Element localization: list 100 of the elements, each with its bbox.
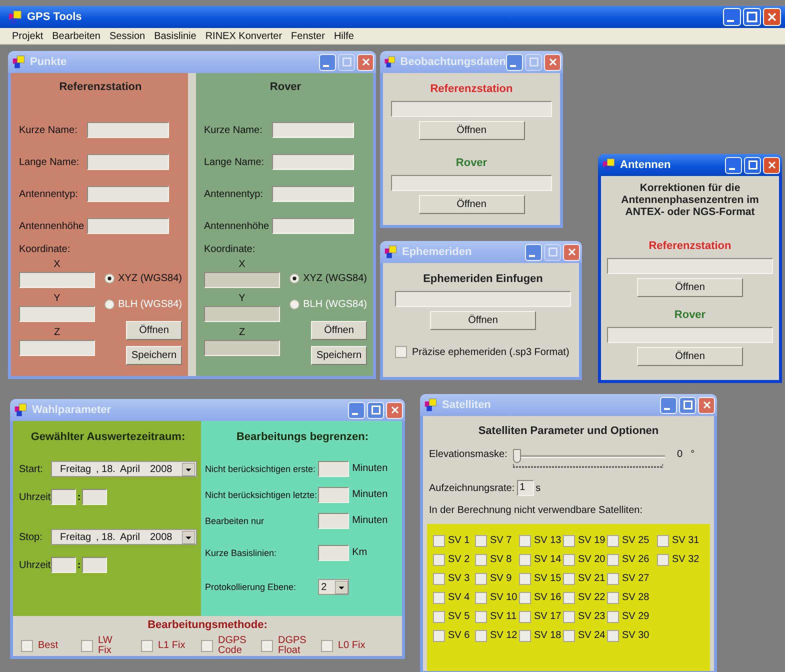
coordinate-field[interactable] <box>19 340 95 356</box>
menu-item[interactable]: Fenster <box>291 30 325 42</box>
checkbox[interactable]: SV 18 <box>519 628 563 643</box>
checkbox[interactable]: SV 24 <box>563 628 607 643</box>
checkbox[interactable]: SV 12 <box>475 628 519 643</box>
file-path-field[interactable] <box>391 101 552 117</box>
checkbox[interactable]: SV 3 <box>433 571 475 586</box>
checkbox[interactable]: SV 11 <box>475 609 519 624</box>
open-button[interactable]: Öffnen <box>637 347 743 366</box>
checkbox[interactable]: Präzise ephemeriden (.sp3 Format) <box>395 346 570 358</box>
checkbox[interactable]: SV 26 <box>607 552 657 567</box>
file-path-field[interactable] <box>395 291 571 307</box>
date-picker[interactable]: Freitag , 18. April 2008 <box>51 529 197 545</box>
coordinate-field[interactable] <box>19 306 95 322</box>
text-field[interactable] <box>272 122 354 138</box>
close-button[interactable] <box>763 156 780 174</box>
file-path-field[interactable] <box>607 258 773 274</box>
minimize-button[interactable] <box>319 54 336 70</box>
checkbox[interactable]: SV 20 <box>563 552 607 567</box>
checkbox[interactable]: SV 9 <box>475 571 519 586</box>
checkbox[interactable]: SV 5 <box>433 609 475 624</box>
checkbox[interactable]: SV 31 <box>657 533 701 548</box>
checkbox[interactable]: L0 Fix <box>321 636 373 656</box>
menu-item[interactable]: RINEX Konverter <box>205 30 282 42</box>
text-field[interactable] <box>272 154 354 170</box>
checkbox[interactable]: SV 8 <box>475 552 519 567</box>
minimize-button[interactable] <box>348 402 365 418</box>
hour-field[interactable] <box>51 489 76 505</box>
text-field[interactable] <box>87 154 169 170</box>
checkbox[interactable]: L1 Fix <box>141 636 193 656</box>
coordinate-field[interactable] <box>204 340 280 356</box>
text-field[interactable] <box>272 186 354 202</box>
coordinate-field[interactable] <box>204 272 280 288</box>
maximize-button[interactable] <box>679 396 696 414</box>
save-button[interactable]: Speichern <box>311 346 367 365</box>
minimize-button[interactable] <box>725 156 742 174</box>
minimize-button[interactable] <box>660 396 677 414</box>
checkbox[interactable]: DGPS Float <box>261 636 313 656</box>
minimize-button[interactable] <box>525 244 542 260</box>
checkbox[interactable]: SV 10 <box>475 590 519 605</box>
checkbox[interactable]: SV 30 <box>607 628 657 643</box>
open-button[interactable]: Öffnen <box>418 121 524 140</box>
text-field[interactable] <box>87 122 169 138</box>
text-field[interactable] <box>87 186 169 202</box>
checkbox[interactable]: SV 13 <box>519 533 563 548</box>
close-button[interactable] <box>386 402 403 418</box>
open-button[interactable]: Öffnen <box>430 311 536 330</box>
date-picker[interactable]: Freitag , 18. April 2008 <box>51 461 197 477</box>
open-button[interactable]: Öffnen <box>126 321 182 340</box>
close-button[interactable] <box>544 54 561 70</box>
hour-field[interactable] <box>51 557 76 573</box>
checkbox[interactable]: SV 17 <box>519 609 563 624</box>
menu-item[interactable]: Hilfe <box>334 30 354 42</box>
menu-item[interactable]: Projekt <box>12 30 44 42</box>
checkbox[interactable]: SV 16 <box>519 590 563 605</box>
menu-item[interactable]: Basislinie <box>154 30 196 42</box>
slider-thumb[interactable] <box>513 449 521 463</box>
checkbox[interactable]: SV 7 <box>475 533 519 548</box>
checkbox[interactable]: SV 23 <box>563 609 607 624</box>
maximize-button[interactable] <box>744 156 761 174</box>
checkbox[interactable]: Best <box>21 636 73 656</box>
text-field[interactable] <box>87 218 169 234</box>
close-button[interactable] <box>563 244 580 260</box>
checkbox[interactable]: SV 14 <box>519 552 563 567</box>
maximize-button[interactable] <box>367 402 384 418</box>
checkbox[interactable]: LW Fix <box>81 636 133 656</box>
checkbox[interactable]: SV 27 <box>607 571 657 586</box>
checkbox[interactable]: SV 22 <box>563 590 607 605</box>
close-button[interactable] <box>698 396 715 414</box>
checkbox[interactable]: SV 4 <box>433 590 475 605</box>
menu-item[interactable]: Bearbeiten <box>52 30 100 42</box>
menu-item[interactable]: Session <box>110 30 146 42</box>
open-button[interactable]: Öffnen <box>311 321 367 340</box>
minimize-button[interactable] <box>506 54 523 70</box>
open-button[interactable]: Öffnen <box>637 278 743 297</box>
checkbox[interactable]: DGPS Code <box>201 636 253 656</box>
radio-button[interactable]: XYZ (WGS84) <box>289 271 367 285</box>
number-field[interactable] <box>318 461 350 477</box>
rate-field[interactable]: 1 <box>516 480 534 496</box>
open-button[interactable]: Öffnen <box>418 195 524 214</box>
minute-field[interactable] <box>82 557 107 573</box>
checkbox[interactable]: SV 32 <box>657 552 701 567</box>
save-button[interactable]: Speichern <box>126 346 182 365</box>
checkbox[interactable]: SV 29 <box>607 609 657 624</box>
radio-button[interactable]: XYZ (WGS84) <box>104 271 182 285</box>
file-path-field[interactable] <box>391 175 552 191</box>
number-field[interactable] <box>318 513 350 529</box>
file-path-field[interactable] <box>607 327 773 343</box>
checkbox[interactable]: SV 1 <box>433 533 475 548</box>
text-field[interactable] <box>272 218 354 234</box>
coordinate-field[interactable] <box>19 272 95 288</box>
number-field[interactable] <box>318 487 350 503</box>
checkbox[interactable]: SV 28 <box>607 590 657 605</box>
close-button[interactable] <box>357 54 374 70</box>
checkbox[interactable]: SV 15 <box>519 571 563 586</box>
checkbox[interactable]: SV 6 <box>433 628 475 643</box>
checkbox[interactable]: SV 2 <box>433 552 475 567</box>
checkbox[interactable]: SV 25 <box>607 533 657 548</box>
minute-field[interactable] <box>82 489 107 505</box>
checkbox[interactable]: SV 21 <box>563 571 607 586</box>
